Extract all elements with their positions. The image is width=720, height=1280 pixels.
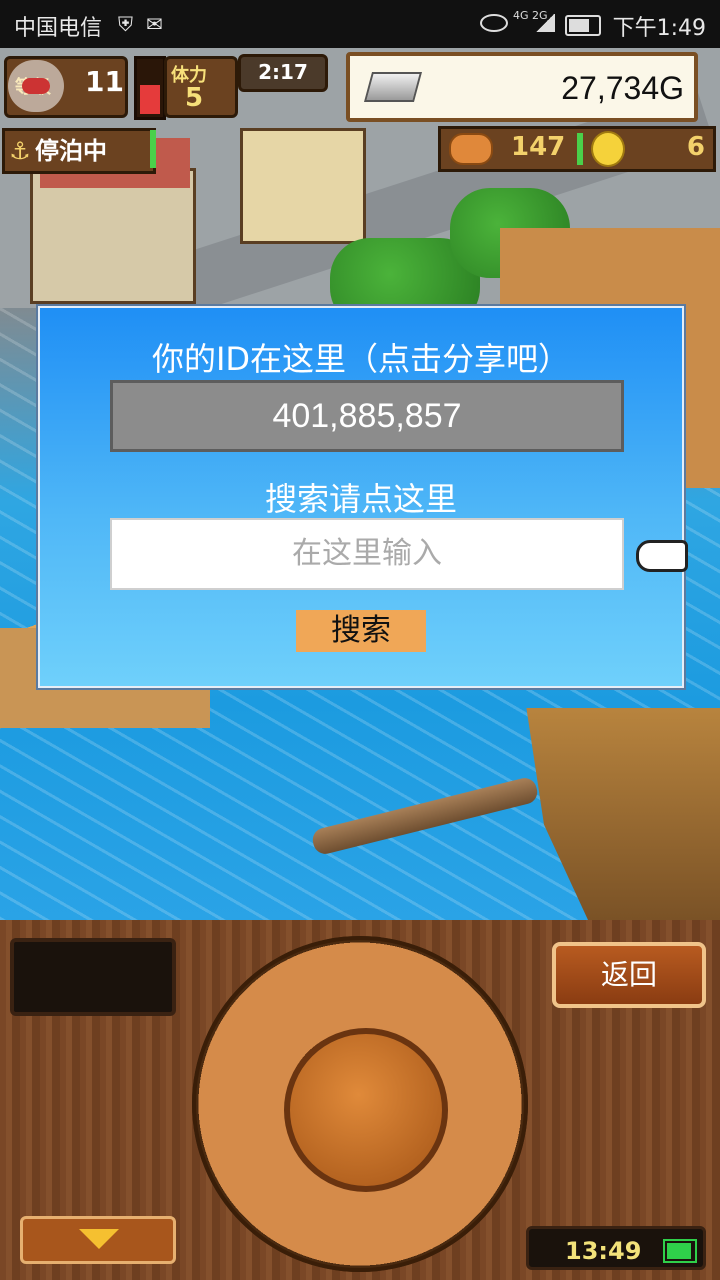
stamina-plate: 体力 5: [164, 56, 238, 118]
game-clock: 13:49: [526, 1226, 706, 1270]
controller-panel: 返回 13:49: [0, 920, 720, 1280]
status-indicator: [150, 130, 156, 168]
shield-icon: ⛨: [118, 12, 133, 36]
clock-time: 13:49: [565, 1237, 642, 1265]
silver-bar-icon: [363, 72, 423, 102]
eye-comfort-icon: [480, 14, 508, 32]
stamina-timer: 2:17: [238, 54, 328, 92]
building: [30, 168, 196, 304]
pointing-hand-icon: [636, 540, 688, 572]
status-bar: 中国电信 ⛨ ✉ 4G 2G 下午1:49: [0, 0, 720, 48]
gamepad-icon[interactable]: [8, 60, 64, 112]
signal-icon: [535, 14, 555, 32]
player-id-share-button[interactable]: 401,885,857: [110, 380, 624, 452]
anchor-icon: ⚓: [9, 137, 31, 165]
search-input[interactable]: 在这里输入: [110, 518, 624, 590]
mini-screen: [10, 938, 176, 1016]
stamina-gauge-fill: [140, 85, 160, 114]
search-button[interactable]: 搜索: [296, 610, 426, 652]
stamina-value: 5: [185, 83, 204, 113]
carrier-name: 中国电信: [14, 16, 103, 41]
status-time: 下午1:49: [612, 16, 706, 41]
resource-panel: 147 6: [438, 126, 716, 172]
coin-count: 6: [686, 132, 705, 162]
ship-bowsprit: [310, 775, 540, 857]
wechat-icon: ✉: [146, 12, 163, 36]
back-button[interactable]: 返回: [552, 942, 706, 1008]
gold-panel: 27,734G: [346, 52, 698, 122]
level-value: 11: [85, 65, 124, 98]
gold-value: 27,734G: [561, 70, 684, 106]
friend-id-dialog: 你的ID在这里（点击分享吧） 401,885,857 搜索请点这里 在这里输入 …: [38, 306, 688, 688]
resource-divider: [577, 133, 583, 165]
coin-icon: [591, 131, 625, 167]
dial-center-button[interactable]: [284, 1028, 448, 1192]
ship-status-badge[interactable]: ⚓ 停泊中: [2, 128, 156, 174]
menu-down-button[interactable]: [20, 1216, 176, 1264]
food-count: 147: [511, 132, 566, 162]
ship-hull[interactable]: [526, 708, 720, 920]
stamina-gauge: [134, 56, 166, 120]
direction-dial[interactable]: [192, 936, 528, 1272]
battery-full-icon: [663, 1239, 697, 1263]
building: [240, 128, 366, 244]
search-title: 搜索请点这里: [264, 480, 457, 518]
food-icon: [449, 133, 493, 165]
ship-status-label: 停泊中: [35, 137, 107, 165]
battery-icon: [565, 15, 601, 36]
dialog-title: 你的ID在这里（点击分享吧）: [151, 340, 571, 378]
